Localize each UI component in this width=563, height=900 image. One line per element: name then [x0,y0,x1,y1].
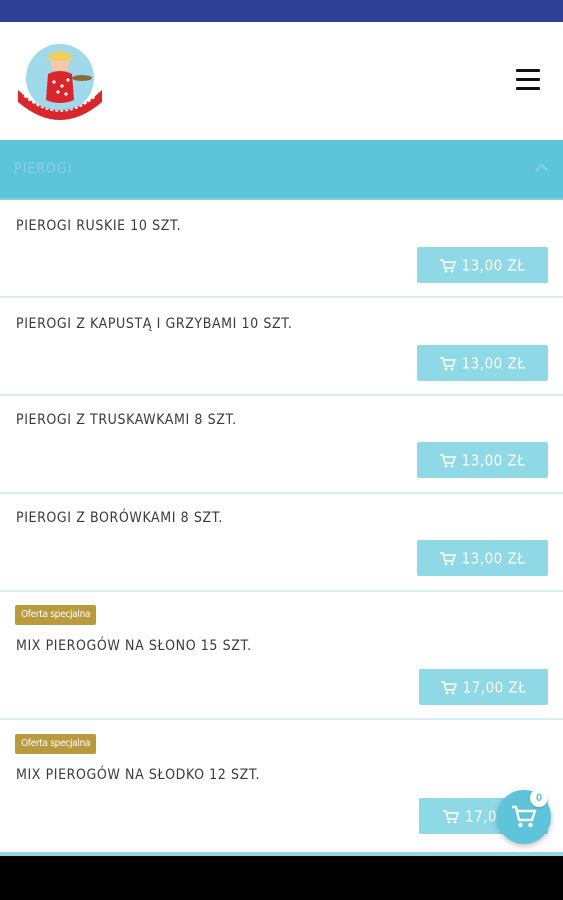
hamburger-icon [516,69,540,72]
add-to-cart-button[interactable]: 17,00 ZŁ [419,669,548,705]
restaurant-logo[interactable] [12,34,108,126]
special-offer-badge: Oferta specjalna [15,605,97,625]
cart-count-badge: 0 [530,789,548,807]
cart-icon [439,551,456,565]
product-item: PIEROGI RUSKIE 10 SZT. 13,00 ZŁ [0,200,563,298]
status-bar [0,0,563,22]
product-name: PIEROGI Z TRUSKAWKAMI 8 SZT. [16,412,237,428]
category-title: PIEROGI [14,161,73,177]
chevron-up-icon[interactable] [532,160,552,176]
product-name: MIX PIEROGÓW NA SŁODKO 12 SZT. [16,767,261,783]
hamburger-icon-line [516,87,540,90]
cart-icon [439,453,456,467]
product-name: PIEROGI RUSKIE 10 SZT. [16,218,182,234]
system-navigation-bar [0,856,563,900]
product-name: MIX PIEROGÓW NA SŁONO 15 SZT. [16,638,252,654]
price-label: 17,00 ZŁ [462,678,527,697]
price-label: 13,00 ZŁ [461,549,526,568]
cart-icon [440,680,457,694]
product-name: PIEROGI Z BORÓWKAMI 8 SZT. [16,510,223,526]
menu-button[interactable] [510,64,546,98]
cart-icon [439,258,456,272]
price-label: 13,00 ZŁ [461,354,526,373]
hamburger-icon-line [516,78,540,81]
price-label: 13,00 ZŁ [461,451,526,470]
add-to-cart-button[interactable]: 13,00 ZŁ [417,540,548,576]
add-to-cart-button[interactable]: 13,00 ZŁ [417,247,548,283]
product-name: PIEROGI Z KAPUSTĄ I GRZYBAMI 10 SZT. [16,316,293,332]
price-label: 13,00 ZŁ [461,256,526,275]
add-to-cart-button[interactable]: 13,00 ZŁ [417,442,548,478]
product-item: PIEROGI Z TRUSKAWKAMI 8 SZT. 13,00 ZŁ [0,396,563,494]
cart-icon [439,356,456,370]
cart-icon [443,809,459,823]
special-offer-badge: Oferta specjalna [15,734,97,754]
product-item: PIEROGI Z BORÓWKAMI 8 SZT. 13,00 ZŁ [0,494,563,592]
product-item: PIEROGI Z KAPUSTĄ I GRZYBAMI 10 SZT. 13,… [0,298,563,396]
add-to-cart-button[interactable]: 13,00 ZŁ [417,345,548,381]
app-header [0,22,563,140]
product-item: Oferta specjalna MIX PIEROGÓW NA SŁODKO … [0,720,563,852]
category-header[interactable]: PIEROGI [0,140,563,200]
cart-icon [512,805,537,828]
product-item: Oferta specjalna MIX PIEROGÓW NA SŁONO 1… [0,592,563,720]
